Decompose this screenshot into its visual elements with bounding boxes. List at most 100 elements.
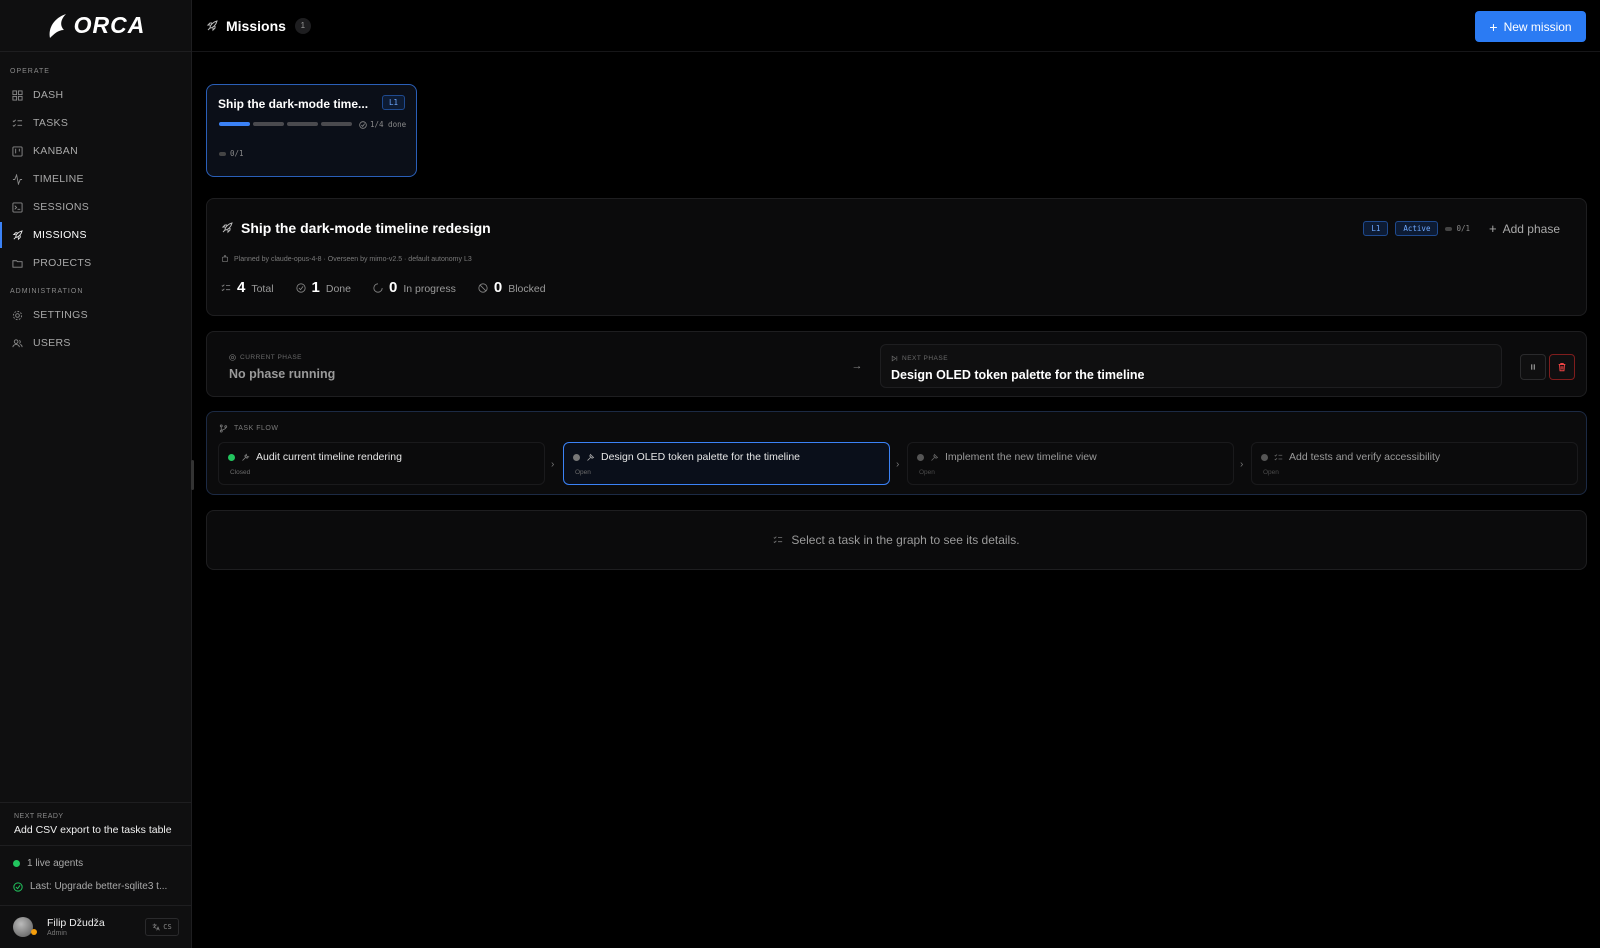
ratio-value: 0/1 bbox=[230, 149, 244, 158]
done-label: 1/4 done bbox=[370, 120, 407, 129]
mission-card-title: Ship the dark-mode time... bbox=[218, 97, 369, 111]
list-check-icon bbox=[773, 536, 783, 544]
live-agents-label: 1 live agents bbox=[27, 858, 84, 869]
mission-ratio: 0/1 bbox=[1445, 224, 1470, 233]
stat-done-value: 1 bbox=[311, 279, 320, 296]
language-code: CS bbox=[163, 923, 172, 931]
check-circle-icon bbox=[295, 283, 306, 293]
stat-blocked-value: 0 bbox=[493, 279, 503, 296]
rocket-icon bbox=[221, 222, 233, 234]
user-profile[interactable]: Filip Džudža Admin CS bbox=[0, 905, 191, 948]
current-phase: CURRENT PHASE No phase running bbox=[219, 344, 849, 388]
list-check-icon bbox=[12, 119, 23, 127]
sidebar-item-label: KANBAN bbox=[33, 145, 78, 157]
sidebar-item-users[interactable]: USERS bbox=[0, 330, 191, 356]
next-ready-label: NEXT READY bbox=[14, 813, 64, 820]
progress-segment bbox=[287, 122, 318, 126]
stat-in-progress: 0 In progress bbox=[373, 279, 456, 296]
sidebar-item-dash[interactable]: DASH bbox=[0, 82, 191, 108]
grid-icon bbox=[12, 89, 23, 101]
task-status: Closed bbox=[230, 469, 251, 476]
next-ready-card[interactable]: NEXT READY Add CSV export to the tasks t… bbox=[0, 802, 191, 846]
sidebar-item-timeline[interactable]: TIMELINE bbox=[0, 166, 191, 192]
mission-done-count: 1/4 done bbox=[359, 120, 406, 129]
mission-detail-header: Ship the dark-mode timeline redesign bbox=[221, 220, 491, 236]
app-name: ORCA bbox=[73, 12, 146, 38]
delete-button[interactable] bbox=[1549, 354, 1575, 380]
mission-detail-panel: Ship the dark-mode timeline redesign Pla… bbox=[206, 198, 1587, 316]
next-phase[interactable]: NEXT PHASE Design OLED token palette for… bbox=[880, 344, 1502, 388]
activity-icon bbox=[12, 173, 23, 185]
last-run-status[interactable]: Last: Upgrade better-sqlite3 t... bbox=[13, 881, 167, 892]
task-title: Audit current timeline rendering bbox=[256, 451, 402, 463]
sidebar-item-sessions[interactable]: SESSIONS bbox=[0, 194, 191, 220]
ratio-value: 0/1 bbox=[1456, 224, 1471, 233]
sidebar: ORCA OPERATE DASH TASKS KANBAN TIMELINE … bbox=[0, 0, 192, 948]
palette-icon bbox=[587, 453, 595, 461]
task-node[interactable]: Design OLED token palette for the timeli… bbox=[563, 442, 890, 485]
progress-segment bbox=[321, 122, 352, 126]
nav-section-administration: ADMINISTRATION bbox=[10, 288, 84, 295]
git-branch-icon bbox=[219, 424, 228, 433]
add-phase-label: Add phase bbox=[1502, 221, 1560, 236]
mission-detail-title: Ship the dark-mode timeline redesign bbox=[241, 220, 491, 236]
mission-card-ratio: 0/1 bbox=[219, 149, 244, 158]
user-role: Admin bbox=[47, 930, 67, 937]
next-phase-value: Design OLED token palette for the timeli… bbox=[891, 368, 1145, 382]
page-header: Missions 1 + New mission bbox=[192, 0, 1600, 52]
stat-in-progress-label: In progress bbox=[403, 283, 456, 295]
mission-card[interactable]: Ship the dark-mode time... L1 1/4 done 0… bbox=[206, 84, 417, 177]
live-status-dot bbox=[13, 860, 20, 867]
status-dot bbox=[917, 453, 924, 461]
task-status: Open bbox=[1263, 469, 1279, 476]
status-dot bbox=[573, 453, 580, 461]
sidebar-collapse-handle[interactable] bbox=[191, 460, 194, 490]
task-status: Open bbox=[575, 469, 591, 476]
stat-done: 1 Done bbox=[295, 279, 351, 296]
mission-meta-text: Planned by claude-opus-4-8 · Overseen by… bbox=[234, 255, 472, 263]
chevron-right-icon: › bbox=[551, 459, 555, 470]
level-badge: L1 bbox=[382, 95, 406, 110]
status-dot bbox=[1261, 453, 1268, 461]
add-phase-button[interactable]: + Add phase bbox=[1489, 222, 1560, 236]
sidebar-item-label: MISSIONS bbox=[33, 229, 87, 241]
user-name: Filip Džudža bbox=[47, 917, 105, 929]
task-status: Open bbox=[919, 469, 935, 476]
task-node[interactable]: Implement the new timeline view Open bbox=[907, 442, 1234, 485]
sidebar-item-kanban[interactable]: KANBAN bbox=[0, 138, 191, 164]
stat-total-value: 4 bbox=[237, 279, 246, 296]
chevron-right-icon: › bbox=[1240, 459, 1244, 470]
rocket-icon bbox=[206, 19, 218, 31]
language-toggle-button[interactable]: CS bbox=[145, 918, 179, 936]
sidebar-item-label: TIMELINE bbox=[33, 173, 84, 185]
task-flow-label: TASK FLOW bbox=[219, 424, 278, 433]
app-logo[interactable]: ORCA bbox=[0, 0, 191, 52]
sidebar-item-settings[interactable]: SETTINGS bbox=[0, 302, 191, 328]
status-badge: Active bbox=[1395, 221, 1439, 236]
current-phase-label: CURRENT PHASE bbox=[229, 354, 839, 361]
task-node[interactable]: Audit current timeline rendering Closed bbox=[218, 442, 545, 485]
sidebar-item-tasks[interactable]: TASKS bbox=[0, 110, 191, 136]
stat-blocked: 0 Blocked bbox=[478, 279, 546, 296]
sidebar-item-projects[interactable]: PROJECTS bbox=[0, 250, 191, 276]
mission-stats: 4 Total 1 Done 0 In progress 0 Blocked bbox=[221, 279, 546, 296]
ban-icon bbox=[478, 283, 488, 293]
task-title: Design OLED token palette for the timeli… bbox=[601, 451, 801, 463]
loader-icon bbox=[373, 283, 383, 293]
sidebar-item-missions[interactable]: MISSIONS bbox=[0, 222, 191, 248]
stat-done-label: Done bbox=[325, 283, 351, 295]
check-circle-icon bbox=[13, 881, 23, 892]
progress-segment bbox=[253, 122, 284, 126]
sidebar-item-label: SESSIONS bbox=[33, 201, 90, 213]
task-node[interactable]: Add tests and verify accessibility Open bbox=[1251, 442, 1578, 485]
kanban-icon bbox=[12, 145, 23, 157]
progress-segment bbox=[219, 122, 250, 126]
pause-button[interactable] bbox=[1520, 354, 1546, 380]
pause-icon bbox=[1531, 364, 1535, 370]
chevron-right-icon: › bbox=[896, 459, 900, 470]
stat-blocked-label: Blocked bbox=[508, 283, 546, 295]
gear-icon bbox=[12, 310, 23, 320]
robot-icon bbox=[222, 255, 228, 262]
terminal-icon bbox=[12, 201, 23, 213]
new-mission-button[interactable]: + New mission bbox=[1475, 11, 1586, 42]
